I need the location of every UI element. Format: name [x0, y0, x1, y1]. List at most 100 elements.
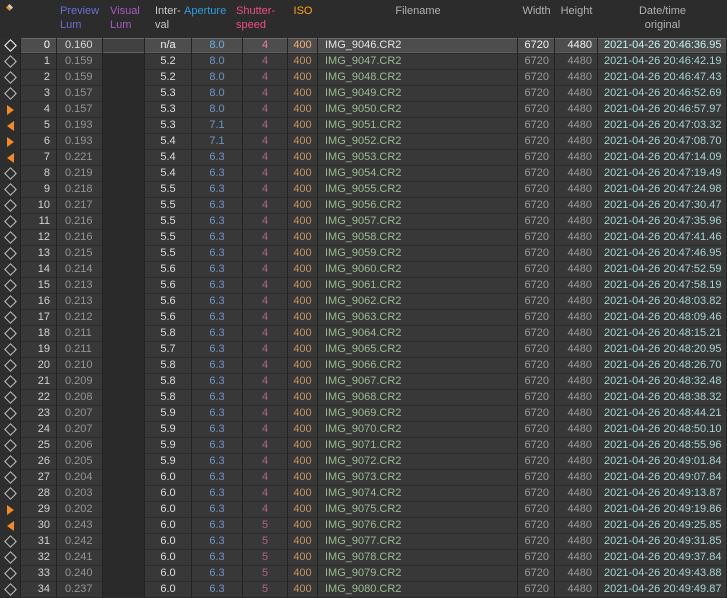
- column-header-datetime[interactable]: Date/time original: [598, 0, 727, 38]
- table-row[interactable]: 20 0.210 5.8 6.3 4 400 IMG_9066.CR2 6720 4480 202…: [0, 358, 727, 374]
- table-row[interactable]: 8 0.219 5.4 6.3 4 400 IMG_9054.CR2 6720 4480 2021…: [0, 166, 727, 182]
- cell-index: 33: [21, 566, 57, 582]
- table-row[interactable]: 11 0.216 5.5 6.3 4 400 IMG_9057.CR2 6720 4480 202…: [0, 214, 727, 230]
- cell-datetime: 2021-04-26 20:47:52.59: [598, 262, 727, 278]
- cell-filename: IMG_9075.CR2: [318, 502, 518, 518]
- cell-interval: 5.3: [145, 102, 192, 118]
- cell-width: 6720: [518, 166, 555, 182]
- column-header-filename[interactable]: Filename: [318, 0, 518, 38]
- cell-height: 4480: [555, 438, 598, 454]
- cell-interval: 5.6: [145, 310, 192, 326]
- cell-datetime: 2021-04-26 20:46:36.95: [598, 38, 727, 54]
- cell-filename: IMG_9046.CR2: [318, 38, 518, 54]
- cell-iso: 400: [288, 166, 318, 182]
- cell-shutter: 4: [243, 150, 288, 166]
- table-row[interactable]: 6 0.193 5.4 7.1 4 400 IMG_9052.CR2 6720 4480 2021…: [0, 134, 727, 150]
- cell-width: 6720: [518, 374, 555, 390]
- table-row[interactable]: 17 0.212 5.6 6.3 4 400 IMG_9063.CR2 6720 4480 202…: [0, 310, 727, 326]
- table-row[interactable]: 16 0.213 5.6 6.3 4 400 IMG_9062.CR2 6720 4480 202…: [0, 294, 727, 310]
- table-row[interactable]: 31 0.242 6.0 6.3 5 400 IMG_9077.CR2 6720 4480 202…: [0, 534, 727, 550]
- cell-width: 6720: [518, 566, 555, 582]
- cell-filename: IMG_9072.CR2: [318, 454, 518, 470]
- table-row[interactable]: 22 0.208 5.8 6.3 4 400 IMG_9068.CR2 6720 4480 202…: [0, 390, 727, 406]
- keyframe-diamond-icon: [3, 247, 17, 260]
- table-row[interactable]: 10 0.217 5.5 6.3 4 400 IMG_9056.CR2 6720 4480 202…: [0, 198, 727, 214]
- column-header-visual_lum[interactable]: Visual Lum: [103, 0, 145, 38]
- column-header-height[interactable]: Height: [555, 0, 598, 38]
- cell-visual_lum: [103, 230, 145, 246]
- column-header-shutter[interactable]: Shutter-speed: [236, 0, 288, 38]
- cell-shutter: 4: [243, 118, 288, 134]
- cell-datetime: 2021-04-26 20:49:13.87: [598, 486, 727, 502]
- cell-iso: 400: [288, 438, 318, 454]
- cell-datetime: 2021-04-26 20:49:37.84: [598, 550, 727, 566]
- cell-filename: IMG_9050.CR2: [318, 102, 518, 118]
- cell-aperture: 6.3: [192, 486, 243, 502]
- cell-datetime: 2021-04-26 20:48:50.10: [598, 422, 727, 438]
- column-header-preview_lum[interactable]: Preview Lum: [57, 0, 103, 38]
- table-row[interactable]: 14 0.214 5.6 6.3 4 400 IMG_9060.CR2 6720 4480 202…: [0, 262, 727, 278]
- table-row[interactable]: 0 0.160 n/a 8.0 4 400 IMG_9046.CR2 6720 4480 2021…: [0, 38, 727, 54]
- table-row[interactable]: 21 0.209 5.8 6.3 4 400 IMG_9067.CR2 6720 4480 202…: [0, 374, 727, 390]
- cell-index: 16: [21, 294, 57, 310]
- table-row[interactable]: 27 0.204 6.0 6.3 4 400 IMG_9073.CR2 6720 4480 202…: [0, 470, 727, 486]
- cell-height: 4480: [555, 246, 598, 262]
- cell-preview_lum: 0.215: [57, 246, 103, 262]
- cell-width: 6720: [518, 390, 555, 406]
- column-header-iso[interactable]: ISO: [288, 0, 318, 38]
- column-header-keyframe[interactable]: [0, 0, 21, 38]
- cell-width: 6720: [518, 406, 555, 422]
- table-row[interactable]: 24 0.207 5.9 6.3 4 400 IMG_9070.CR2 6720 4480 202…: [0, 422, 727, 438]
- cell-aperture: 6.3: [192, 246, 243, 262]
- table-row[interactable]: 13 0.215 5.5 6.3 4 400 IMG_9059.CR2 6720 4480 202…: [0, 246, 727, 262]
- cell-width: 6720: [518, 358, 555, 374]
- table-row[interactable]: 5 0.193 5.3 7.1 4 400 IMG_9051.CR2 6720 4480 2021…: [0, 118, 727, 134]
- table-row[interactable]: 4 0.157 5.3 8.0 4 400 IMG_9050.CR2 6720 4480 2021…: [0, 102, 727, 118]
- cell-filename: IMG_9069.CR2: [318, 406, 518, 422]
- table-row[interactable]: 29 0.202 6.0 6.3 4 400 IMG_9075.CR2 6720 4480 202…: [0, 502, 727, 518]
- table-row[interactable]: 12 0.216 5.5 6.3 4 400 IMG_9058.CR2 6720 4480 202…: [0, 230, 727, 246]
- column-header-index[interactable]: [21, 0, 57, 38]
- cell-preview_lum: 0.207: [57, 406, 103, 422]
- cell-interval: 5.3: [145, 86, 192, 102]
- column-header-width[interactable]: Width: [518, 0, 555, 38]
- column-header-label: Shutter-: [236, 5, 276, 17]
- cell-width: 6720: [518, 86, 555, 102]
- cell-filename: IMG_9064.CR2: [318, 326, 518, 342]
- table-row[interactable]: 2 0.159 5.2 8.0 4 400 IMG_9048.CR2 6720 4480 2021…: [0, 70, 727, 86]
- column-header-label: val: [155, 19, 170, 31]
- table-row[interactable]: 7 0.221 5.4 6.3 4 400 IMG_9053.CR2 6720 4480 2021…: [0, 150, 727, 166]
- table-row[interactable]: 9 0.218 5.5 6.3 4 400 IMG_9055.CR2 6720 4480 2021…: [0, 182, 727, 198]
- cell-aperture: 8.0: [192, 102, 243, 118]
- cell-preview_lum: 0.204: [57, 470, 103, 486]
- table-row[interactable]: 1 0.159 5.2 8.0 4 400 IMG_9047.CR2 6720 4480 2021…: [0, 54, 727, 70]
- cell-keyframe: [0, 310, 21, 326]
- cell-interval: 6.0: [145, 518, 192, 534]
- cell-index: 19: [21, 342, 57, 358]
- table-row[interactable]: 28 0.203 6.0 6.3 4 400 IMG_9074.CR2 6720 4480 202…: [0, 486, 727, 502]
- cell-iso: 400: [288, 326, 318, 342]
- table-row[interactable]: 3 0.157 5.3 8.0 4 400 IMG_9049.CR2 6720 4480 2021…: [0, 86, 727, 102]
- cell-datetime: 2021-04-26 20:47:30.47: [598, 198, 727, 214]
- table-row[interactable]: 26 0.205 5.9 6.3 4 400 IMG_9072.CR2 6720 4480 202…: [0, 454, 727, 470]
- table-row[interactable]: 34 0.237 6.0 6.3 5 400 IMG_9080.CR2 6720 4480 202…: [0, 582, 727, 598]
- table-row[interactable]: 25 0.206 5.9 6.3 4 400 IMG_9071.CR2 6720 4480 202…: [0, 438, 727, 454]
- cell-preview_lum: 0.193: [57, 134, 103, 150]
- keyframe-diamond-icon: [3, 343, 17, 356]
- cell-preview_lum: 0.214: [57, 262, 103, 278]
- cell-preview_lum: 0.159: [57, 54, 103, 70]
- cell-width: 6720: [518, 118, 555, 134]
- table-row[interactable]: 30 0.243 6.0 6.3 5 400 IMG_9076.CR2 6720 4480 202…: [0, 518, 727, 534]
- table-row[interactable]: 19 0.211 5.7 6.3 4 400 IMG_9065.CR2 6720 4480 202…: [0, 342, 727, 358]
- cell-shutter: 4: [243, 38, 288, 54]
- table-row[interactable]: 32 0.241 6.0 6.3 5 400 IMG_9078.CR2 6720 4480 202…: [0, 550, 727, 566]
- cell-height: 4480: [555, 454, 598, 470]
- table-row[interactable]: 18 0.211 5.8 6.3 4 400 IMG_9064.CR2 6720 4480 202…: [0, 326, 727, 342]
- table-row[interactable]: 23 0.207 5.9 6.3 4 400 IMG_9069.CR2 6720 4480 202…: [0, 406, 727, 422]
- table-row[interactable]: 15 0.213 5.6 6.3 4 400 IMG_9061.CR2 6720 4480 202…: [0, 278, 727, 294]
- cell-keyframe: [0, 582, 21, 598]
- cell-datetime: 2021-04-26 20:47:08.70: [598, 134, 727, 150]
- cell-height: 4480: [555, 374, 598, 390]
- keyframe-diamond-icon: [3, 55, 17, 68]
- table-row[interactable]: 33 0.240 6.0 6.3 5 400 IMG_9079.CR2 6720 4480 202…: [0, 566, 727, 582]
